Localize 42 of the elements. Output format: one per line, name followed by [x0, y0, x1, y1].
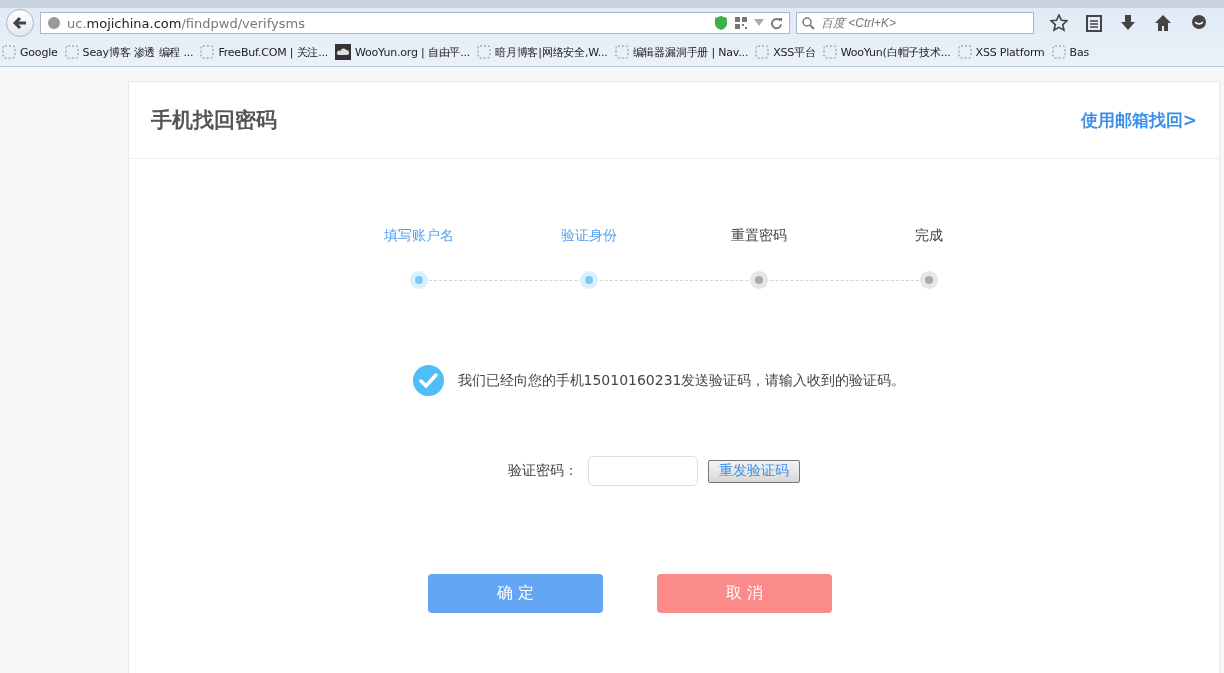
step-label: 验证身份 — [561, 227, 617, 245]
bookmark-icon — [822, 45, 837, 59]
star-icon[interactable] — [1050, 14, 1068, 32]
reload-icon[interactable] — [770, 16, 783, 30]
notice-text: 我们已经向您的手机15010160231发送验证码，请输入收到的验证码。 — [457, 371, 906, 390]
step-label: 重置密码 — [731, 227, 787, 245]
code-label: 验证密码： — [508, 462, 578, 480]
cloud-icon — [335, 44, 352, 60]
bookmark-link[interactable]: 编辑器漏洞手册 | Nav... — [614, 44, 749, 60]
bookmark-link[interactable]: Seay博客 渗透 编程 ... — [64, 44, 194, 60]
url-text: uc.mojichina.com/findpwd/verifysms — [67, 15, 306, 31]
bookmark-icon — [755, 45, 770, 59]
download-icon[interactable] — [1120, 14, 1136, 32]
clipboard-icon[interactable] — [1086, 14, 1102, 32]
back-button[interactable] — [6, 9, 34, 37]
bookmark-icon — [957, 45, 972, 59]
bookmark-link[interactable]: WooYun.org | 自由平... — [335, 44, 471, 60]
check-circle-icon — [412, 365, 444, 396]
bookmark-link[interactable]: FreeBuf.COM | 关注... — [200, 44, 329, 60]
smiley-icon[interactable] — [1190, 14, 1208, 32]
step-label: 填写账户名 — [384, 227, 454, 245]
page-title: 手机找回密码 — [151, 107, 277, 134]
bookmark-icon — [200, 45, 215, 59]
qr-code-icon[interactable] — [734, 16, 748, 30]
bookmark-link[interactable]: 暗月博客|网络安全,W... — [477, 44, 608, 60]
bookmark-icon — [64, 45, 79, 59]
shield-icon — [714, 15, 728, 31]
home-icon[interactable] — [1154, 14, 1172, 32]
bookmark-link[interactable]: Bas — [1051, 45, 1089, 59]
bookmark-link[interactable]: Google — [2, 45, 58, 59]
bookmark-link[interactable]: WooYun(白帽子技术... — [822, 44, 951, 60]
address-bar[interactable]: uc.mojichina.com/findpwd/verifysms — [40, 12, 790, 34]
bookmark-link[interactable]: XSS Platform — [957, 45, 1045, 59]
search-field[interactable]: 百度 <Ctrl+K> — [796, 12, 1034, 34]
bookmark-icon — [614, 45, 629, 59]
bookmark-icon — [1051, 45, 1066, 59]
bookmark-icon — [477, 45, 492, 59]
arrow-left-icon — [12, 15, 28, 31]
step-label: 完成 — [915, 227, 943, 245]
bookmark-link[interactable]: XSS平台 — [755, 44, 816, 60]
bookmark-icon — [2, 45, 16, 59]
code-input-field[interactable] — [588, 456, 698, 486]
